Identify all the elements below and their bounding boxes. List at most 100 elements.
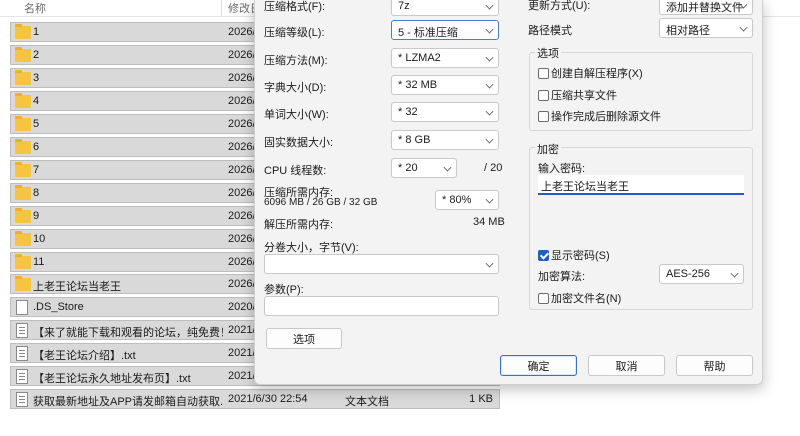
file-date: 2026/ [228, 26, 256, 38]
memory-percent-select[interactable]: * 80% [435, 190, 499, 210]
shared-files-label: 压缩共享文件 [551, 90, 617, 102]
dictionary-label: 字典大小(D): [264, 82, 327, 94]
file-name: 1 [33, 26, 40, 38]
folder-icon [15, 115, 31, 131]
folder-icon [15, 253, 31, 269]
ok-button[interactable]: 确定 [500, 355, 577, 376]
text-file-icon [16, 322, 28, 338]
encryption-method-select[interactable]: AES-256 [659, 264, 744, 284]
file-date: 2026/ [228, 95, 256, 107]
password-label: 输入密码: [538, 163, 586, 175]
help-button[interactable]: 帮助 [676, 355, 753, 376]
params-label: 参数(P): [264, 284, 304, 296]
chevron-down-icon [485, 80, 494, 89]
folder-icon [15, 207, 31, 223]
dictionary-select[interactable]: * 32 MB [391, 75, 499, 95]
column-separator[interactable] [221, 0, 222, 16]
file-date: 2026/ [228, 72, 256, 84]
file-name: 3 [33, 72, 40, 84]
file-date: 2020/ [228, 301, 256, 313]
file-date: 2026/ [228, 278, 256, 290]
file-row[interactable]: 获取最新地址及APP请发邮箱自动获取.txt 2021/6/30 22:54 文本文… [10, 389, 500, 409]
memory-percent-value: * 80% [442, 194, 472, 206]
chevron-down-icon [485, 135, 494, 144]
chevron-down-icon [485, 259, 494, 268]
format-label: 压缩格式(F): [264, 1, 326, 13]
options-button[interactable]: 选项 [266, 328, 342, 349]
show-password-label: 显示密码(S) [551, 250, 610, 262]
update-mode-select[interactable]: 添加并替换文件 [659, 0, 753, 15]
document-icon [16, 299, 28, 315]
column-name-header[interactable]: 名称 [24, 0, 46, 16]
chevron-down-icon [485, 195, 494, 204]
show-password-checkbox[interactable]: 显示密码(S) [538, 247, 610, 263]
file-name: 【老王论坛介绍】.txt [33, 350, 136, 362]
solid-size-label: 固实数据大小: [264, 137, 334, 149]
folder-icon [15, 69, 31, 85]
level-label: 压缩等级(L): [264, 27, 325, 39]
file-name: 【来了就能下载和观看的论坛，纯免费！... [33, 327, 223, 339]
path-mode-label: 路径模式 [528, 25, 572, 37]
split-size-select[interactable] [264, 254, 499, 274]
level-value: 5 - 标准压缩 [398, 27, 458, 39]
cancel-button[interactable]: 取消 [588, 355, 665, 376]
path-mode-value: 相对路径 [666, 25, 710, 37]
file-date: 2026/ [228, 164, 256, 176]
file-name: 11 [33, 256, 45, 268]
add-to-archive-dialog: 压缩格式(F): 7z 压缩等级(L): 5 - 标准压缩 压缩方法(M): *… [254, 0, 763, 385]
method-select[interactable]: * LZMA2 [391, 48, 499, 68]
word-size-value: * 32 [398, 106, 418, 118]
file-name: 7 [33, 164, 40, 176]
decompress-memory-label: 解压所需内存: [264, 219, 334, 231]
solid-size-select[interactable]: * 8 GB [391, 130, 499, 150]
word-size-select[interactable]: * 32 [391, 102, 499, 122]
delete-after-label: 操作完成后删除源文件 [551, 111, 661, 123]
chevron-down-icon [730, 269, 739, 278]
delete-after-checkbox[interactable]: 操作完成后删除源文件 [538, 108, 661, 124]
threads-select[interactable]: * 20 [391, 158, 457, 178]
split-size-label: 分卷大小，字节(V): [264, 242, 359, 254]
sfx-checkbox[interactable]: 创建自解压程序(X) [538, 65, 643, 81]
file-type: 文本文档 [345, 396, 389, 408]
format-select[interactable]: 7z [391, 0, 499, 16]
solid-size-value: * 8 GB [398, 134, 431, 146]
file-name: 6 [33, 141, 40, 153]
file-name: 5 [33, 118, 40, 130]
threads-label: CPU 线程数: [264, 165, 327, 177]
file-name: 10 [33, 233, 46, 245]
file-date: 2021/ [228, 347, 256, 359]
memory-detail: 6096 MB / 26 GB / 32 GB [264, 197, 378, 208]
checkbox-box [538, 110, 549, 122]
file-date: 2026/ [228, 141, 256, 153]
chevron-down-icon [485, 1, 494, 10]
method-value: * LZMA2 [398, 52, 441, 64]
checkbox-box [538, 67, 549, 79]
chevron-down-icon [739, 23, 748, 32]
level-select[interactable]: 5 - 标准压缩 [391, 20, 499, 40]
encrypt-names-checkbox[interactable]: 加密文件名(N) [538, 290, 621, 306]
format-value: 7z [398, 0, 410, 12]
folder-icon [15, 275, 31, 291]
chevron-down-icon [443, 163, 452, 172]
checkbox-box [538, 89, 549, 101]
path-mode-select[interactable]: 相对路径 [659, 18, 753, 38]
word-size-label: 单词大小(W): [264, 109, 329, 121]
options-group-title: 选项 [535, 45, 561, 61]
params-input[interactable] [264, 296, 499, 316]
folder-icon [15, 138, 31, 154]
file-name: 8 [33, 187, 40, 199]
encryption-group-title: 加密 [535, 141, 561, 157]
password-input[interactable]: 上老王论坛当老王 [538, 175, 744, 195]
file-name: .DS_Store [33, 301, 84, 313]
shared-files-checkbox[interactable]: 压缩共享文件 [538, 87, 617, 103]
file-date: 2026/ [228, 256, 256, 268]
file-date: 2026/ [228, 210, 256, 222]
encrypt-names-label: 加密文件名(N) [551, 293, 622, 305]
text-file-icon [16, 368, 28, 384]
checkbox-checked-icon [538, 249, 549, 261]
checkbox-box [538, 292, 549, 304]
folder-icon [15, 230, 31, 246]
file-name: 获取最新地址及APP请发邮箱自动获取.txt [33, 396, 223, 408]
file-date: 2026/ [228, 49, 256, 61]
file-date: 2021/ [228, 370, 256, 382]
